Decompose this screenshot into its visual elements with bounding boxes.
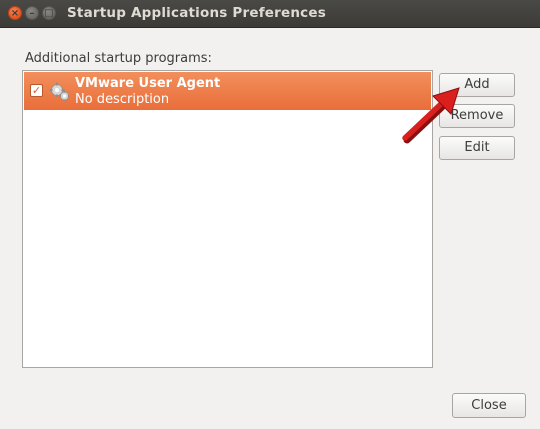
title-bar: × – □ Startup Applications Preferences (0, 0, 540, 28)
window-minimize-button[interactable]: – (25, 6, 39, 20)
gears-icon (49, 82, 70, 102)
window-title: Startup Applications Preferences (67, 5, 326, 21)
list-item[interactable]: ✓ VMware User Agent No description (24, 72, 431, 110)
red-arrow-annotation-icon (402, 87, 460, 144)
enabled-checkbox[interactable]: ✓ (30, 84, 43, 97)
window-close-button[interactable]: × (8, 6, 22, 20)
app-description: No description (75, 92, 170, 107)
startup-programs-label: Additional startup programs: (25, 51, 212, 66)
startup-programs-list[interactable]: ✓ VMware User Agent No description (22, 70, 433, 368)
app-name: VMware User Agent (75, 76, 221, 91)
window-maximize-button[interactable]: □ (42, 6, 56, 20)
close-button[interactable]: Close (452, 393, 526, 418)
